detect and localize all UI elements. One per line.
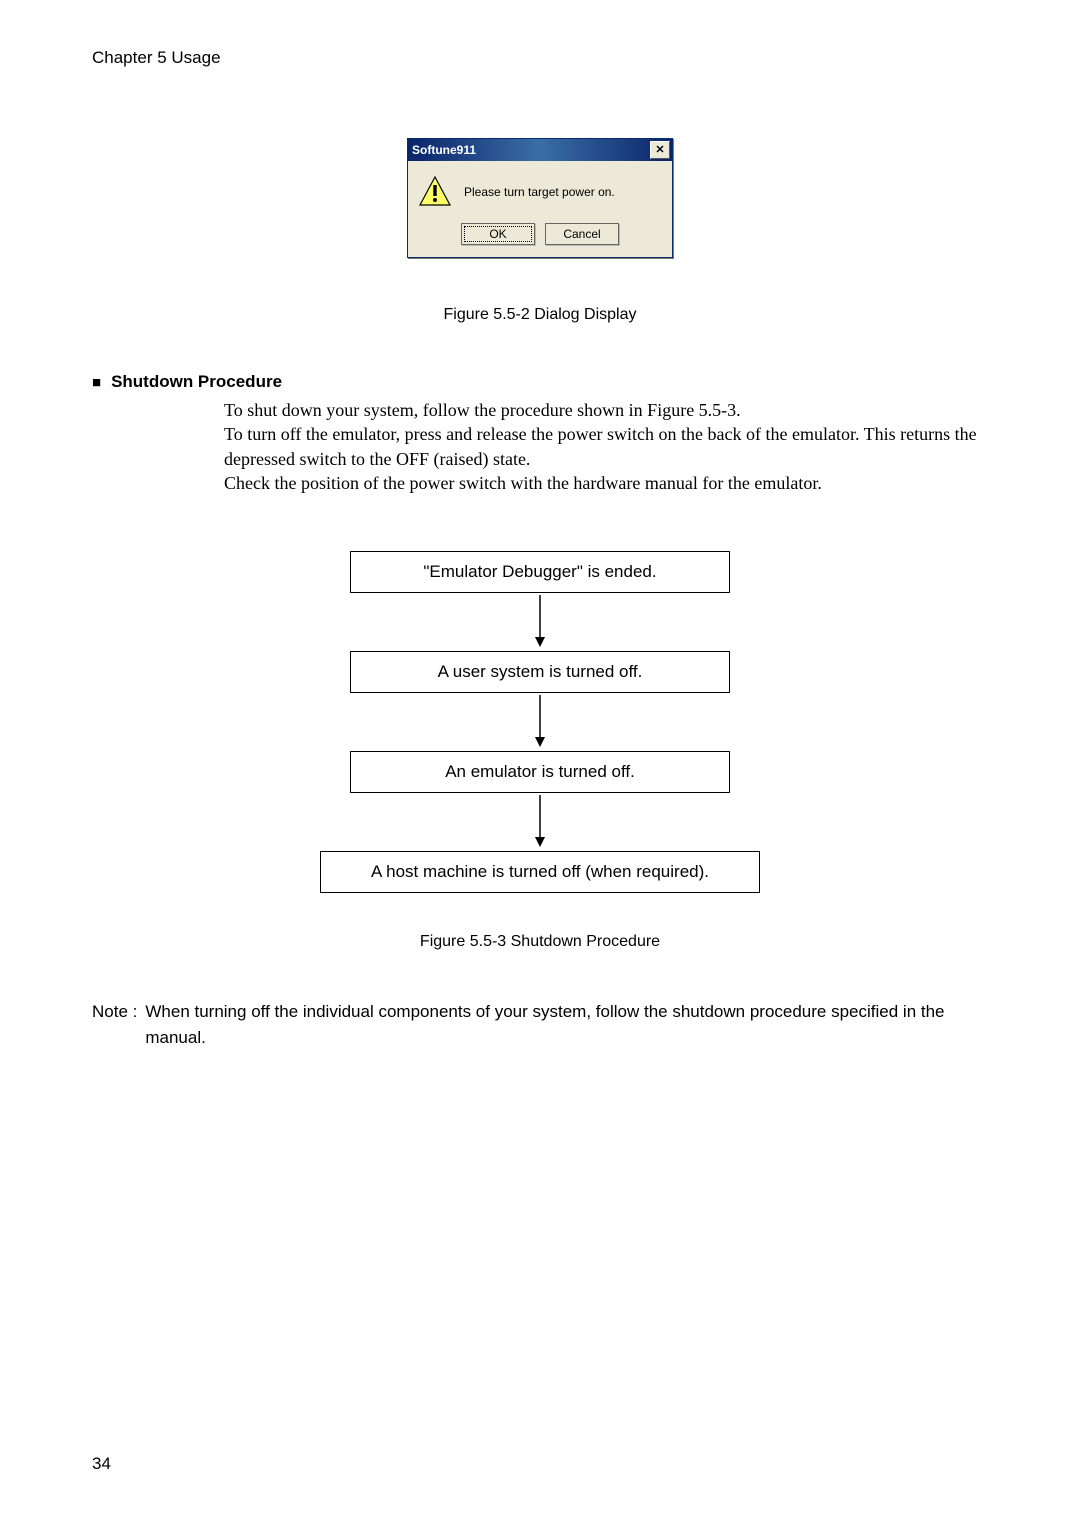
page-header: Chapter 5 Usage [92,48,988,68]
flow-step-2: A user system is turned off. [350,651,730,693]
flow-step-1: "Emulator Debugger" is ended. [350,551,730,593]
cancel-button[interactable]: Cancel [545,223,619,245]
dialog-message: Please turn target power on. [464,185,615,199]
section-heading: ■ Shutdown Procedure [92,372,988,392]
flow-step-4: A host machine is turned off (when requi… [320,851,760,893]
body-p2: To turn off the emulator, press and rele… [224,422,988,471]
section-title: Shutdown Procedure [111,372,282,392]
dialog-titlebar: Softune911 ✕ [408,139,672,161]
section-bullet-icon: ■ [92,374,101,391]
figure-caption-1: Figure 5.5-2 Dialog Display [92,306,988,324]
dialog-title: Softune911 [412,143,476,157]
flow-arrow-icon [533,593,547,651]
flowchart: "Emulator Debugger" is ended. A user sys… [320,551,760,893]
body-paragraphs: To shut down your system, follow the pro… [224,398,988,495]
flow-arrow-icon [533,793,547,851]
warning-icon [418,175,452,209]
close-icon: ✕ [655,145,664,156]
body-p1: To shut down your system, follow the pro… [224,398,988,422]
note-label: Note : [92,999,137,1050]
win-dialog: Softune911 ✕ Please turn target power on… [407,138,673,258]
dialog-figure: Softune911 ✕ Please turn target power on… [92,138,988,258]
note-text: When turning off the individual componen… [145,999,988,1050]
flowchart-figure: "Emulator Debugger" is ended. A user sys… [92,551,988,893]
flow-arrow-icon [533,693,547,751]
note-block: Note : When turning off the individual c… [92,999,988,1050]
flow-step-3: An emulator is turned off. [350,751,730,793]
body-p3: Check the position of the power switch w… [224,471,988,495]
close-button[interactable]: ✕ [650,141,670,159]
ok-button[interactable]: OK [461,223,535,245]
dialog-body: Please turn target power on. [408,161,672,215]
figure-caption-2: Figure 5.5-3 Shutdown Procedure [92,933,988,951]
page-number: 34 [92,1454,111,1474]
dialog-buttons: OK Cancel [408,215,672,257]
